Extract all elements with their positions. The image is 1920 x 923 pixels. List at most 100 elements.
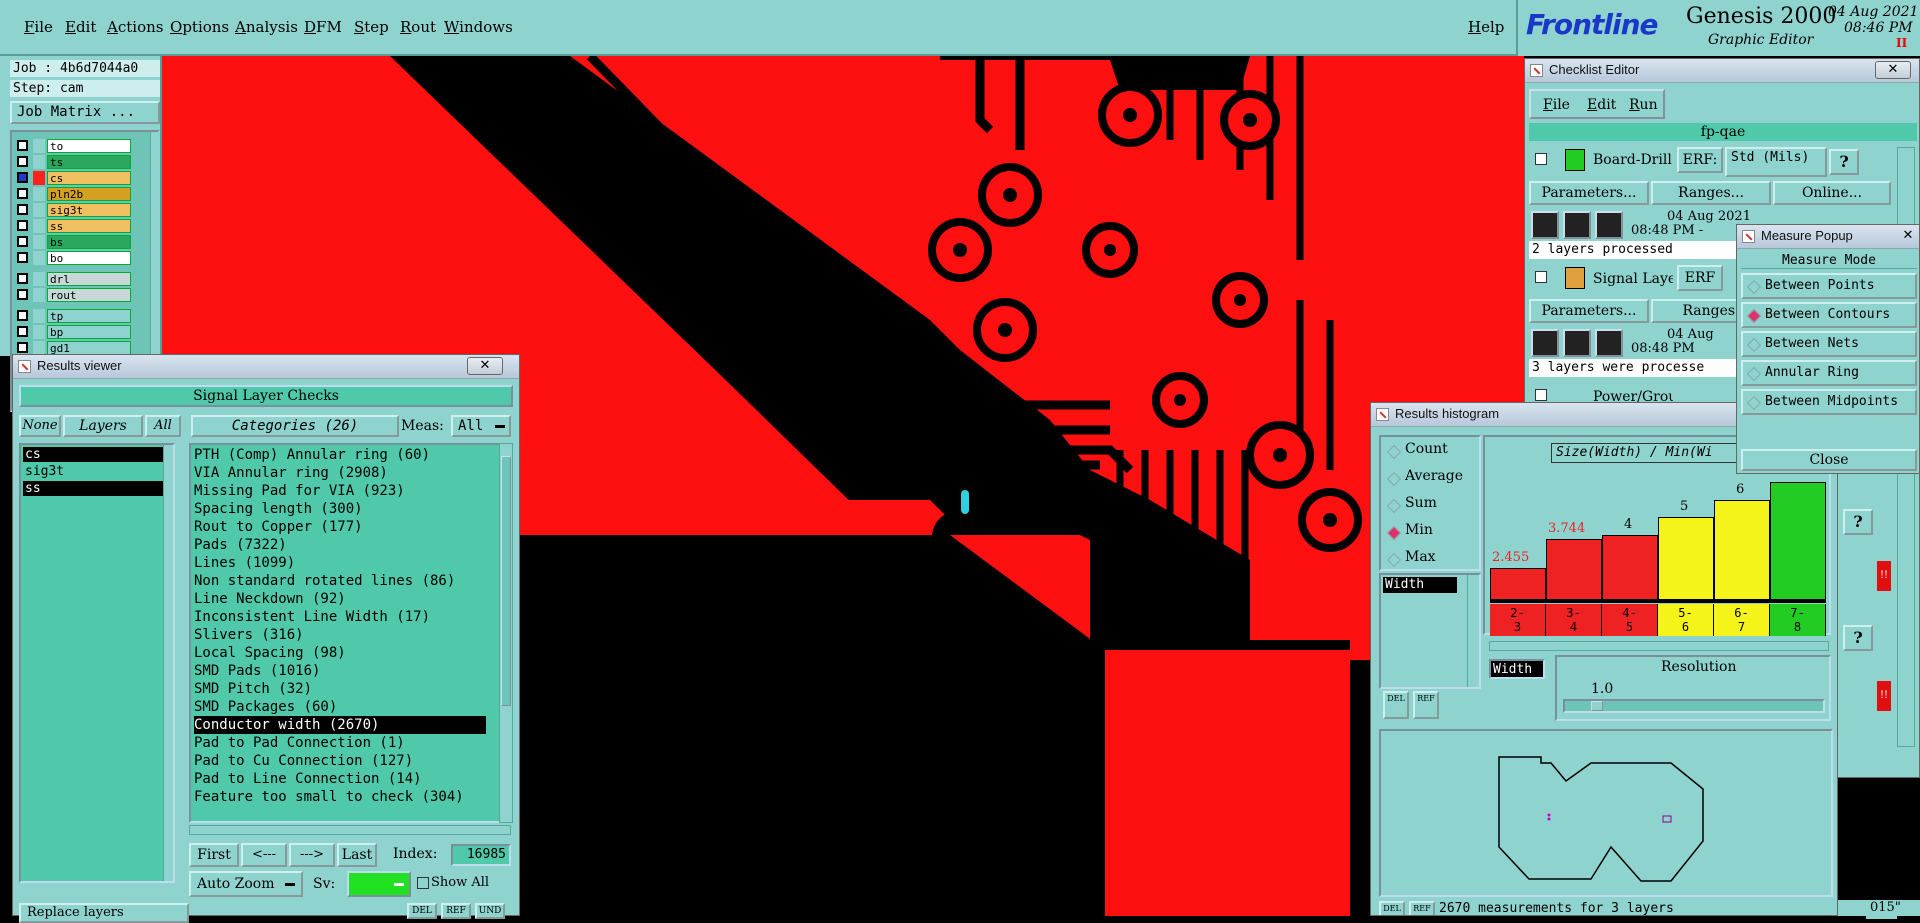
check-enable-3[interactable] <box>1535 389 1547 401</box>
layer-name[interactable]: to <box>47 139 131 153</box>
layer-row-pln2b[interactable]: pln2b <box>14 187 131 201</box>
layer-checkbox[interactable] <box>17 326 28 337</box>
layer-name[interactable]: drl <box>47 272 131 286</box>
run-icon[interactable] <box>1563 329 1591 357</box>
bin-label[interactable]: 5- 6 <box>1658 604 1714 636</box>
layer-checkbox[interactable] <box>17 220 28 231</box>
first-button[interactable]: First <box>189 843 239 867</box>
menu-dfm[interactable]: DFM <box>304 18 342 36</box>
erf-value-1[interactable]: Std (Mils) <box>1725 147 1827 177</box>
parameters-button-2[interactable]: Parameters... <box>1529 299 1649 323</box>
category-item[interactable]: Pad to Pad Connection (1) <box>194 734 486 752</box>
layer-list-scrollbar[interactable] <box>163 445 173 881</box>
layer-name[interactable]: ss <box>47 219 131 233</box>
layers-button[interactable]: Layers <box>63 415 143 437</box>
online-button-1[interactable]: Online... <box>1773 181 1891 205</box>
category-item[interactable]: Rout to Copper (177) <box>194 518 486 536</box>
erf-button-2[interactable]: ERF <box>1677 265 1723 291</box>
measure-titlebar[interactable]: Measure Popup <box>1737 225 1919 249</box>
histogram-bar[interactable] <box>1546 539 1602 600</box>
category-item[interactable]: Feature too small to check (304) <box>194 788 486 806</box>
run-icon[interactable] <box>1595 211 1623 239</box>
help-button-4[interactable]: ? <box>1843 625 1873 651</box>
histogram-bar[interactable] <box>1490 568 1546 600</box>
category-item[interactable]: Pad to Line Connection (14) <box>194 770 486 788</box>
results-viewer-close-button[interactable]: ✕ <box>467 357 503 375</box>
check-name-2[interactable]: Signal Layer Ch <box>1593 271 1673 287</box>
und-button[interactable]: UND <box>475 903 505 919</box>
layer-name[interactable]: tp <box>47 309 131 323</box>
parameters-button-1[interactable]: Parameters... <box>1529 181 1649 205</box>
layer-color-swatch[interactable] <box>33 288 45 302</box>
del-button[interactable]: DEL <box>407 903 437 919</box>
menu-actions[interactable]: Actions <box>107 18 163 36</box>
layer-checkbox[interactable] <box>17 289 28 300</box>
category-item[interactable]: Slivers (316) <box>194 626 486 644</box>
hist-ref-button-2[interactable]: REF <box>1409 901 1435 915</box>
layer-checkbox[interactable] <box>17 172 28 183</box>
menu-file[interactable]: File <box>24 18 53 36</box>
layer-color-swatch[interactable] <box>33 272 45 286</box>
results-viewer-titlebar[interactable]: Results viewer <box>13 355 519 379</box>
layer-row-drl[interactable]: drl <box>14 272 131 286</box>
attr-field-2[interactable]: Width <box>1489 659 1545 679</box>
category-item[interactable]: Non standard rotated lines (86) <box>194 572 486 590</box>
layer-checkbox[interactable] <box>17 342 28 353</box>
measure-option[interactable]: Annular Ring <box>1741 360 1917 386</box>
run-icons-1[interactable] <box>1531 211 1627 239</box>
categories-button[interactable]: Categories (26) <box>191 415 399 437</box>
sv-color-dropdown[interactable] <box>347 871 411 897</box>
check-enable-2[interactable] <box>1535 271 1547 283</box>
layer-checkbox[interactable] <box>17 204 28 215</box>
bin-label[interactable]: 3- 4 <box>1546 604 1602 636</box>
category-item[interactable]: Lines (1099) <box>194 554 486 572</box>
help-button-1[interactable]: ? <box>1829 149 1859 175</box>
histogram-bar[interactable] <box>1714 500 1770 600</box>
layer-name[interactable]: sig3t <box>47 203 131 217</box>
category-item[interactable]: Pads (7322) <box>194 536 486 554</box>
layer-row-ts[interactable]: ts <box>14 155 131 169</box>
menu-windows[interactable]: Windows <box>444 18 513 36</box>
layer-name[interactable]: rout <box>47 288 131 302</box>
layer-color-swatch[interactable] <box>33 203 45 217</box>
menu-rout[interactable]: Rout <box>400 18 436 36</box>
category-item[interactable]: Inconsistent Line Width (17) <box>194 608 486 626</box>
menu-options[interactable]: Options <box>170 18 229 36</box>
attr-scrollbar[interactable] <box>1467 575 1479 687</box>
layer-checkbox[interactable] <box>17 310 28 321</box>
layer-row-rout[interactable]: rout <box>14 288 131 302</box>
layer-checkbox[interactable] <box>17 252 28 263</box>
layer-color-swatch[interactable] <box>33 251 45 265</box>
layer-checkbox[interactable] <box>17 273 28 284</box>
layer-name[interactable]: bs <box>47 235 131 249</box>
slider-handle[interactable] <box>1591 701 1603 711</box>
meas-dropdown[interactable]: All <box>451 415 511 437</box>
run-icon[interactable] <box>1595 329 1623 357</box>
replace-layers-dropdown[interactable]: Replace layers <box>19 903 189 923</box>
prev-button[interactable]: <--- <box>241 843 287 867</box>
measure-close-x[interactable]: ✕ <box>1897 225 1919 247</box>
scroll-thumb[interactable] <box>501 456 511 706</box>
category-item[interactable]: Line Neckdown (92) <box>194 590 486 608</box>
category-item[interactable]: VIA Annular ring (2908) <box>194 464 486 482</box>
layer-row-bs[interactable]: bs <box>14 235 131 249</box>
resolution-slider[interactable] <box>1563 699 1825 713</box>
attr-list[interactable]: Width <box>1379 573 1481 689</box>
layer-color-swatch[interactable] <box>33 139 45 153</box>
layer-color-swatch[interactable] <box>33 235 45 249</box>
layer-row-bo[interactable]: bo <box>14 251 131 265</box>
measure-close-button[interactable]: Close <box>1741 449 1917 471</box>
layer-name[interactable]: bp <box>47 325 131 339</box>
layer-row-gd1[interactable]: gd1 <box>14 341 131 355</box>
layer-row-cs[interactable]: cs <box>14 171 131 185</box>
checklist-titlebar[interactable]: Checklist Editor <box>1525 59 1919 83</box>
categories-hscrollbar[interactable] <box>189 825 511 835</box>
job-matrix-button[interactable]: Job Matrix ... <box>10 101 160 124</box>
checklist-menu-run[interactable]: Run <box>1629 97 1658 113</box>
last-button[interactable]: Last <box>337 843 377 867</box>
category-item[interactable]: Local Spacing (98) <box>194 644 486 662</box>
layer-color-swatch[interactable] <box>33 341 45 355</box>
checklist-close-button[interactable]: ✕ <box>1875 61 1911 79</box>
checklist-menu-edit[interactable]: Edit <box>1587 97 1616 113</box>
list-item[interactable]: ss <box>23 481 163 496</box>
